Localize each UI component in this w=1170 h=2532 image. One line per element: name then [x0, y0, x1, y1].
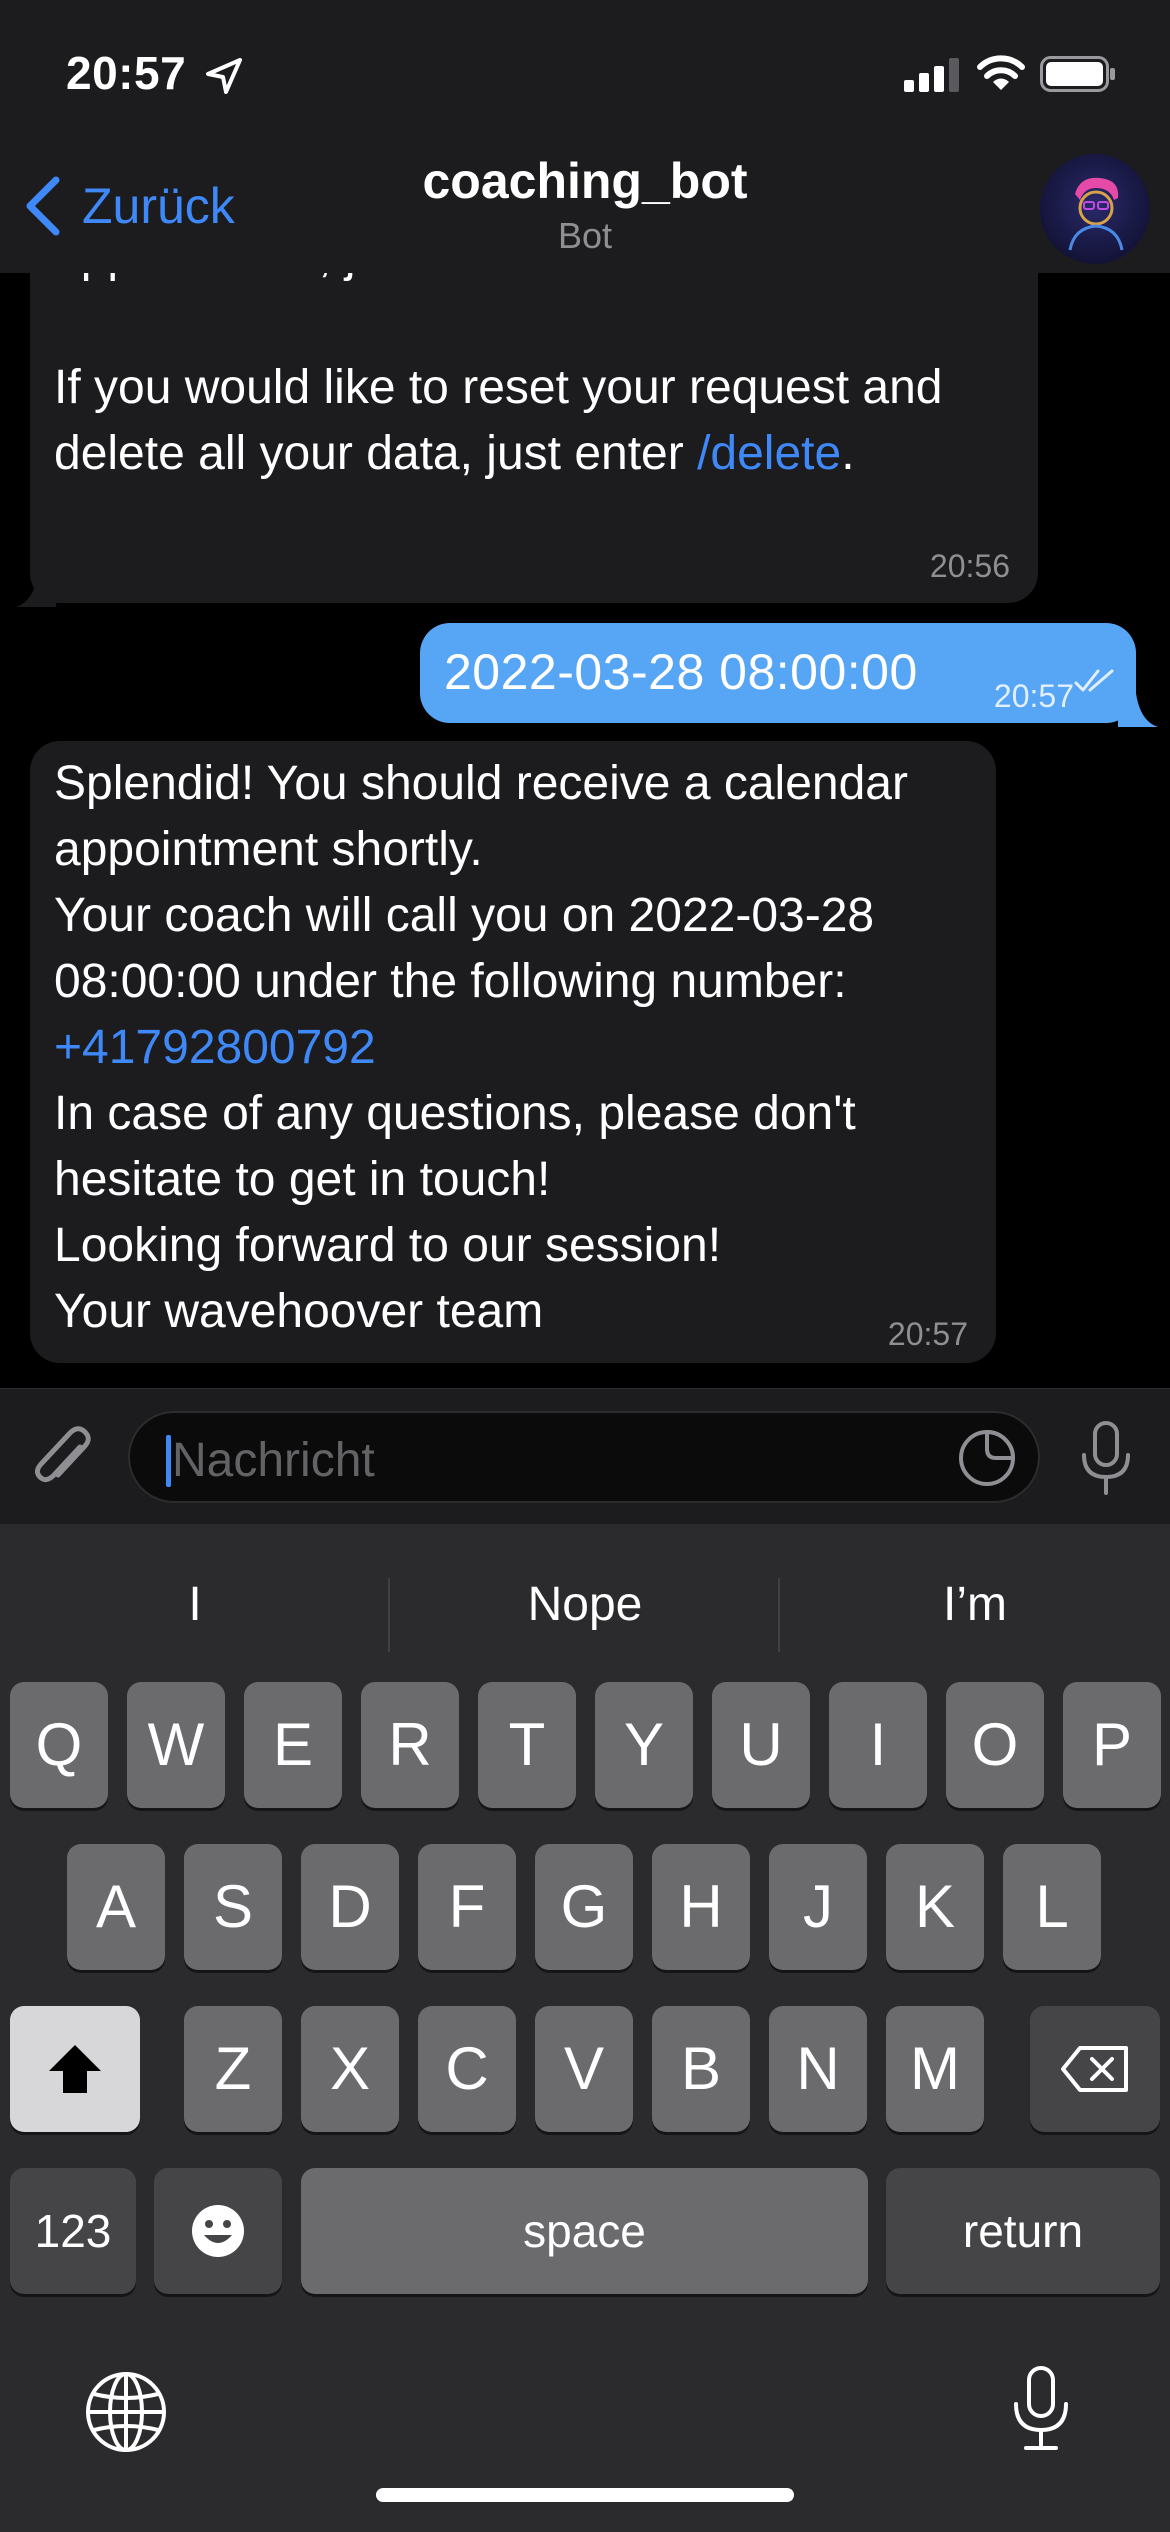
message-text-segment: delete all your data, just enter [54, 427, 698, 480]
key-z[interactable]: Z [184, 2006, 282, 2132]
key-b[interactable]: B [652, 2006, 750, 2132]
keyboard: I Nope I’m Q W E R T Y U I O P A S D F G… [0, 1524, 1170, 2532]
key-h[interactable]: H [652, 1844, 750, 1970]
key-x[interactable]: X [301, 2006, 399, 2132]
location-arrow-icon [206, 58, 242, 94]
message-bubble-outgoing[interactable]: 2022-03-28 08:00:00 20:57 [420, 623, 1136, 723]
key-g[interactable]: G [535, 1844, 633, 1970]
message-text: 2022-03-28 08:00:00 [444, 644, 918, 700]
key-d[interactable]: D [301, 1844, 399, 1970]
key-s[interactable]: S [184, 1844, 282, 1970]
key-k[interactable]: K [886, 1844, 984, 1970]
emoji-icon [192, 2205, 244, 2257]
home-indicator[interactable] [376, 2488, 794, 2502]
key-a[interactable]: A [67, 1844, 165, 1970]
globe-icon[interactable] [84, 2370, 168, 2454]
key-c[interactable]: C [418, 2006, 516, 2132]
key-t[interactable]: T [478, 1682, 576, 1808]
sticker-icon[interactable] [956, 1427, 1018, 1489]
message-time: 20:57 [993, 678, 1074, 714]
key-e[interactable]: E [244, 1682, 342, 1808]
key-l[interactable]: L [1003, 1844, 1101, 1970]
key-w[interactable]: W [127, 1682, 225, 1808]
message-line: Splendid! You should receive a calendar [54, 757, 908, 810]
message-line: Looking forward to our session! [54, 1219, 722, 1272]
space-key[interactable]: space [301, 2168, 868, 2294]
delete-command-link[interactable]: /delete [697, 427, 841, 480]
key-o[interactable]: O [946, 1682, 1044, 1808]
message-line: hesitate to get in touch! [54, 1153, 551, 1206]
double-check-icon [1074, 669, 1114, 692]
chevron-left-icon [26, 176, 60, 236]
message-line: appointment, just leave the chat. [54, 273, 1024, 289]
message-composer: Nachricht [0, 1388, 1170, 1524]
message-time: 20:56 [929, 548, 1010, 584]
message-line: appointment shortly. [54, 823, 483, 876]
message-input[interactable]: Nachricht [128, 1411, 1040, 1503]
wifi-icon [977, 55, 1025, 90]
suggestion-item[interactable]: I’m [780, 1560, 1170, 1650]
dictation-microphone-icon[interactable] [1010, 2364, 1072, 2454]
battery-icon [1040, 56, 1115, 92]
message-line: Your coach will call you on 2022-03-28 [54, 889, 875, 942]
suggestion-item[interactable]: Nope [390, 1560, 780, 1650]
key-r[interactable]: R [361, 1682, 459, 1808]
top-bar: 20:57 Zurück coaching_bot Bot [0, 0, 1170, 273]
back-label: Zurück [82, 178, 235, 234]
return-key[interactable]: return [886, 2168, 1160, 2294]
shift-key[interactable] [10, 2006, 140, 2132]
shift-arrow-icon [49, 2045, 101, 2093]
numbers-key[interactable]: 123 [10, 2168, 136, 2294]
key-n[interactable]: N [769, 2006, 867, 2132]
key-m[interactable]: M [886, 2006, 984, 2132]
message-text-segment: . [841, 427, 855, 480]
predictive-bar: I Nope I’m [0, 1560, 1170, 1652]
message-line: If you would like to reset your request … [54, 361, 943, 414]
paperclip-icon[interactable] [30, 1417, 96, 1497]
message-line [54, 289, 1024, 355]
message-line: delete all your data, just enter /delete… [54, 421, 1024, 487]
suggestion-item[interactable]: I [0, 1560, 390, 1650]
delete-key[interactable] [1030, 2006, 1160, 2132]
message-text: Splendid! You should receive a calendar … [54, 751, 984, 1345]
text-caret [166, 1435, 171, 1487]
key-v[interactable]: V [535, 2006, 633, 2132]
backspace-icon [1061, 2046, 1128, 2092]
key-y[interactable]: Y [595, 1682, 693, 1808]
bot-avatar[interactable] [1040, 154, 1150, 264]
message-bubble-incoming[interactable]: Splendid! You should receive a calendar … [30, 741, 996, 1363]
key-q[interactable]: Q [10, 1682, 108, 1808]
key-i[interactable]: I [829, 1682, 927, 1808]
chat-header[interactable]: coaching_bot Bot [285, 150, 885, 260]
message-time: 20:57 [887, 1316, 968, 1352]
key-j[interactable]: J [769, 1844, 867, 1970]
chat-subtitle: Bot [557, 215, 613, 256]
key-p[interactable]: P [1063, 1682, 1161, 1808]
microphone-icon[interactable] [1076, 1419, 1136, 1499]
key-u[interactable]: U [712, 1682, 810, 1808]
emoji-key[interactable] [154, 2168, 282, 2294]
bubble-tail [1118, 693, 1158, 727]
status-time: 20:57 [66, 47, 187, 99]
chat-area[interactable]: appointment, just leave the chat. If you… [0, 273, 1170, 1388]
bubble-tail [16, 573, 56, 607]
chat-title: coaching_bot [422, 153, 748, 209]
signal-icon [904, 58, 959, 92]
message-text: appointment, just leave the chat. If you… [54, 273, 1024, 487]
message-line: In case of any questions, please don't [54, 1087, 856, 1140]
back-button[interactable]: Zurück [22, 176, 235, 236]
phone-number-link[interactable]: +41792800792 [54, 1015, 984, 1081]
message-bubble-incoming[interactable]: appointment, just leave the chat. If you… [30, 273, 1038, 603]
message-line: Your wavehoover team [54, 1285, 544, 1338]
message-placeholder: Nachricht [172, 1434, 375, 1487]
key-f[interactable]: F [418, 1844, 516, 1970]
avatar-illustration [1068, 177, 1124, 251]
message-line: 08:00:00 under the following number: [54, 955, 847, 1008]
